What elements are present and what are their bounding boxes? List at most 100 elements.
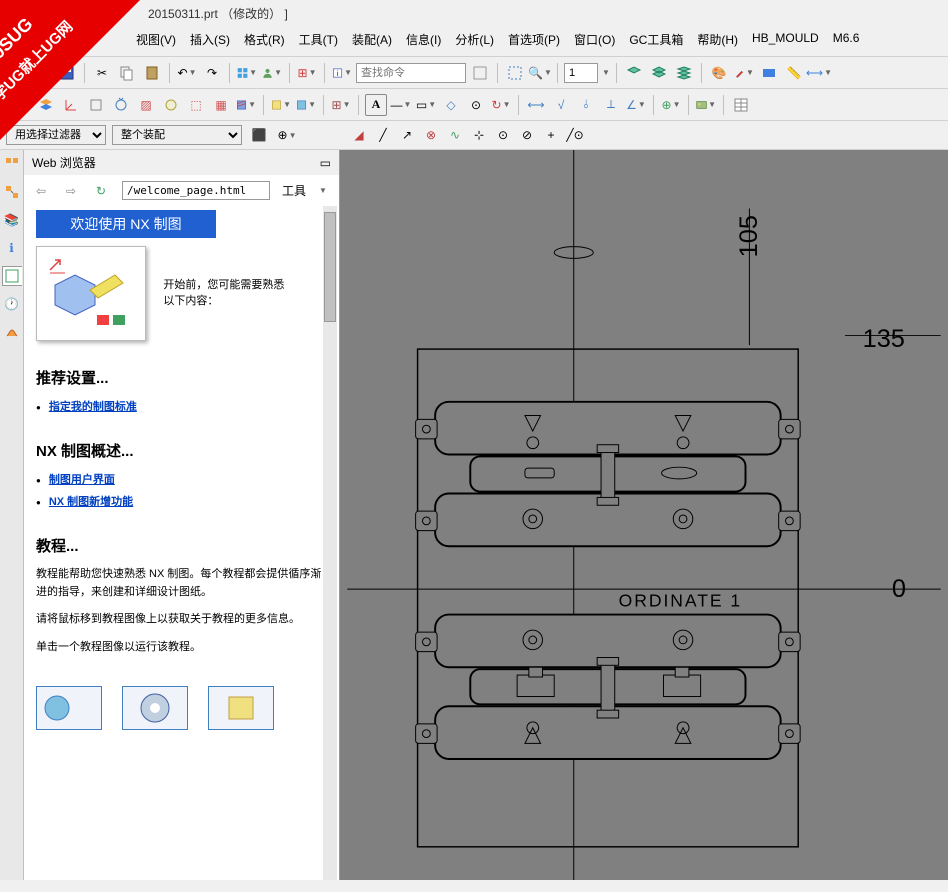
- menu-prefs[interactable]: 首选项(P): [502, 29, 566, 50]
- hatch-3-icon[interactable]: ▼: [235, 94, 257, 116]
- snap-tan-icon[interactable]: ╱⊙: [566, 126, 584, 144]
- filter-scope-select[interactable]: 整个装配: [112, 125, 242, 145]
- menu-analyze[interactable]: 分析(L): [449, 29, 500, 50]
- link-ui[interactable]: 制图用户界面: [36, 471, 327, 487]
- forward-icon[interactable]: ⇨: [62, 182, 80, 200]
- search-go-icon[interactable]: [469, 62, 491, 84]
- orbit-icon[interactable]: [110, 94, 132, 116]
- ruler-icon[interactable]: 📏: [783, 62, 805, 84]
- dim-icon[interactable]: ⟷▼: [808, 62, 830, 84]
- align-icon[interactable]: ⊞▼: [296, 62, 318, 84]
- diamond-icon[interactable]: ◇: [440, 94, 462, 116]
- menu-assembly[interactable]: 装配(A): [346, 29, 398, 50]
- reload-icon[interactable]: ↻: [92, 182, 110, 200]
- snap-center-icon[interactable]: ↗: [398, 126, 416, 144]
- tab-roles[interactable]: [2, 322, 22, 342]
- palette-icon[interactable]: 🎨: [708, 62, 730, 84]
- table-icon[interactable]: [730, 94, 752, 116]
- url-input[interactable]: [122, 181, 270, 200]
- image-icon[interactable]: ▼: [695, 94, 717, 116]
- canvas-area[interactable]: 105 135 0 ORDINATE 1: [340, 150, 948, 880]
- tab-assembly[interactable]: [2, 182, 22, 202]
- sheet-blue-icon[interactable]: ▼: [295, 94, 317, 116]
- link-standards[interactable]: 指定我的制图标准: [36, 398, 327, 414]
- fit-icon[interactable]: [504, 62, 526, 84]
- grid-icon[interactable]: ▼: [236, 62, 258, 84]
- tutorial-text-3: 单击一个教程图像以运行该教程。: [36, 639, 327, 657]
- menu-format[interactable]: 格式(R): [238, 29, 291, 50]
- refresh-icon[interactable]: ↻▼: [490, 94, 512, 116]
- line-icon[interactable]: —▼: [390, 94, 412, 116]
- dim-chain-icon[interactable]: ⫰: [575, 94, 597, 116]
- link-newfeatures[interactable]: NX 制图新增功能: [36, 493, 327, 509]
- snap-quad-icon[interactable]: ⊘: [518, 126, 536, 144]
- layer-2-icon[interactable]: [648, 62, 670, 84]
- dim-radius-icon[interactable]: √: [550, 94, 572, 116]
- browser-pin-icon[interactable]: ▭: [320, 156, 331, 170]
- toolbar-secondary: ▨ ⬚ ▦ ▼ ▼ ▼ ⊞▼ A —▼ ▭▼ ◇ ⊙ ↻▼ ⟷ √ ⫰ ⟂ ∠▼…: [0, 89, 948, 121]
- scrollbar-vertical[interactable]: [323, 206, 337, 880]
- snap-end-icon[interactable]: ◢: [350, 126, 368, 144]
- tutorial-thumb-1[interactable]: [36, 686, 102, 730]
- brush-icon[interactable]: ▼: [733, 62, 755, 84]
- centerline-icon[interactable]: ⊕▼: [660, 94, 682, 116]
- hatch-2-icon[interactable]: ▦: [210, 94, 232, 116]
- welcome-intro-text: 开始前，您可能需要熟悉以下内容：: [163, 246, 293, 308]
- circle-find-icon[interactable]: ⊙: [465, 94, 487, 116]
- sheet-number-input[interactable]: [564, 63, 598, 83]
- filter-btn-1[interactable]: ⬛: [248, 124, 270, 146]
- wcs-icon[interactable]: [60, 94, 82, 116]
- clip-icon[interactable]: [160, 94, 182, 116]
- zoom-icon[interactable]: 🔍▼: [529, 62, 551, 84]
- snap-mid-icon[interactable]: ╱: [374, 126, 392, 144]
- menu-view[interactable]: 视图(V): [130, 29, 182, 50]
- snap-intersect-icon[interactable]: ⊗: [422, 126, 440, 144]
- dim-horiz-icon[interactable]: ⟷: [525, 94, 547, 116]
- layer-1-icon[interactable]: [623, 62, 645, 84]
- search-input[interactable]: [356, 63, 466, 83]
- tab-navigator[interactable]: [2, 154, 22, 174]
- cut-icon[interactable]: ✂: [91, 62, 113, 84]
- menu-hbmould[interactable]: HB_MOULD: [746, 29, 825, 50]
- paste-icon[interactable]: [141, 62, 163, 84]
- menu-info[interactable]: 信息(I): [400, 29, 447, 50]
- back-icon[interactable]: ⇦: [32, 182, 50, 200]
- menu-gctools[interactable]: GC工具箱: [623, 29, 689, 50]
- blue-icon[interactable]: [758, 62, 780, 84]
- separator: [557, 63, 558, 83]
- role-icon[interactable]: ▼: [261, 62, 283, 84]
- snap-point-icon[interactable]: ⊹: [470, 126, 488, 144]
- front-view-icon[interactable]: [85, 94, 107, 116]
- layer-3-icon[interactable]: [673, 62, 695, 84]
- menu-version[interactable]: M6.6: [827, 29, 866, 50]
- section-icon[interactable]: ▨: [135, 94, 157, 116]
- tutorial-thumb-2[interactable]: [122, 686, 188, 730]
- undo-icon[interactable]: ↶▼: [176, 62, 198, 84]
- main-content: 📚 ℹ 🕐 Web 浏览器 ▭ ⇦ ⇨ ↻ 工具▼ 欢迎使用 NX 制图: [0, 150, 948, 880]
- filter-btn-2[interactable]: ⊕▼: [276, 124, 298, 146]
- menu-window[interactable]: 窗口(O): [568, 29, 621, 50]
- dim-ord-icon[interactable]: ⟂: [600, 94, 622, 116]
- tab-history[interactable]: 🕐: [2, 294, 22, 314]
- tab-library[interactable]: 📚: [2, 210, 22, 230]
- snap-target-icon[interactable]: ⊙: [494, 126, 512, 144]
- snap-curve-icon[interactable]: ∿: [446, 126, 464, 144]
- snap-plus-icon[interactable]: +: [542, 126, 560, 144]
- snap-grid-icon[interactable]: ⊞▼: [330, 94, 352, 116]
- tab-info[interactable]: ℹ: [2, 238, 22, 258]
- sheet-yellow-icon[interactable]: ▼: [270, 94, 292, 116]
- hatch-1-icon[interactable]: ⬚: [185, 94, 207, 116]
- redo-icon[interactable]: ↷: [201, 62, 223, 84]
- text-icon[interactable]: A: [365, 94, 387, 116]
- dim-angle-icon[interactable]: ∠▼: [625, 94, 647, 116]
- rect-icon[interactable]: ▭▼: [415, 94, 437, 116]
- copy-icon[interactable]: [116, 62, 138, 84]
- menu-help[interactable]: 帮助(H): [691, 29, 744, 50]
- menu-tools[interactable]: 工具(T): [293, 29, 344, 50]
- filter-type-select[interactable]: 用选择过滤器: [6, 125, 106, 145]
- info-icon[interactable]: i▼: [331, 62, 353, 84]
- tab-web[interactable]: [2, 266, 22, 286]
- tools-dropdown[interactable]: 工具: [282, 182, 306, 199]
- tutorial-thumb-3[interactable]: [208, 686, 274, 730]
- menu-insert[interactable]: 插入(S): [184, 29, 236, 50]
